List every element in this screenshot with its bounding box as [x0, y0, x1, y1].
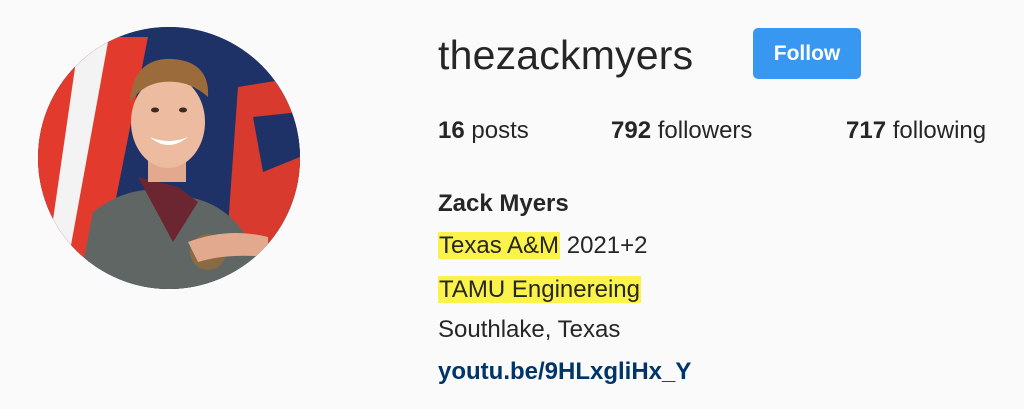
profile-full-name: Zack Myers	[438, 190, 569, 217]
followers-count: 792	[611, 117, 652, 144]
bio-external-link[interactable]: youtu.be/9HLxgliHx_Y	[438, 358, 691, 386]
bio-department-line: TAMU Enginereing	[438, 276, 641, 304]
following-label: following	[892, 117, 987, 144]
profile-avatar[interactable]	[38, 27, 300, 289]
bio-school-line: Texas A&M 2021+2	[438, 232, 647, 260]
follow-button[interactable]: Follow	[753, 28, 861, 79]
bio-school-year: 2021+2	[566, 232, 648, 259]
posts-label: posts	[471, 117, 529, 144]
bio-department-highlight: TAMU Enginereing	[438, 276, 641, 303]
bio-location: Southlake, Texas	[438, 316, 621, 343]
following-count: 717	[846, 117, 887, 144]
posts-count-stat: 16 posts	[438, 117, 529, 145]
following-count-stat[interactable]: 717 following	[846, 117, 986, 145]
bio-school-highlight: Texas A&M	[438, 232, 561, 259]
followers-count-stat[interactable]: 792 followers	[611, 117, 752, 145]
posts-count: 16	[438, 117, 465, 144]
followers-label: followers	[657, 117, 753, 144]
profile-username: thezackmyers	[438, 32, 694, 78]
